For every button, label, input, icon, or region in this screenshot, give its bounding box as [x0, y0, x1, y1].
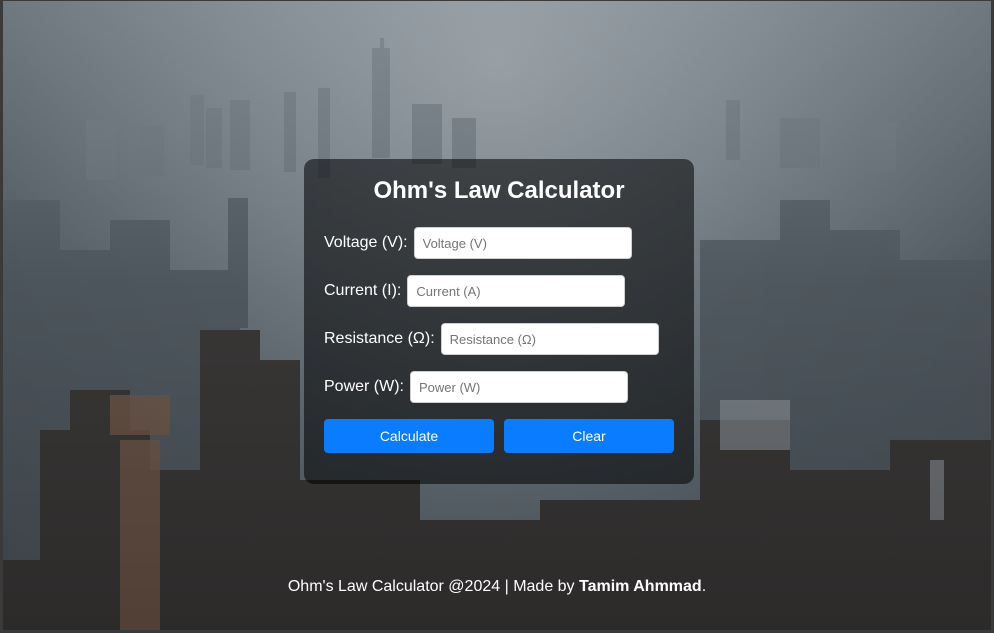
- calculator-title: Ohm's Law Calculator: [373, 177, 625, 204]
- power-label: Power (W):: [324, 378, 404, 395]
- power-row: Power (W):: [324, 371, 628, 403]
- power-input[interactable]: [410, 371, 628, 403]
- resistance-input[interactable]: [440, 323, 659, 355]
- clear-button[interactable]: Clear: [504, 419, 674, 453]
- resistance-row: Resistance (Ω):: [324, 323, 659, 355]
- current-label: Current (I):: [324, 282, 402, 299]
- resistance-label: Resistance (Ω):: [324, 330, 435, 347]
- current-input[interactable]: [407, 275, 626, 307]
- voltage-label: Voltage (V):: [324, 234, 408, 251]
- footer-text: Ohm's Law Calculator @2024 | Made by: [287, 578, 579, 595]
- calculator-card: Ohm's Law Calculator Voltage (V): Curren…: [304, 159, 694, 484]
- footer-author: Tamim Ahmmad: [579, 578, 702, 595]
- footer-suffix: .: [701, 578, 707, 595]
- calculate-button[interactable]: Calculate: [324, 419, 494, 453]
- footer: Ohm's Law Calculator @2024 | Made by Tam…: [0, 578, 994, 596]
- voltage-row: Voltage (V):: [324, 227, 632, 259]
- voltage-input[interactable]: [413, 227, 632, 259]
- current-row: Current (I):: [324, 275, 626, 307]
